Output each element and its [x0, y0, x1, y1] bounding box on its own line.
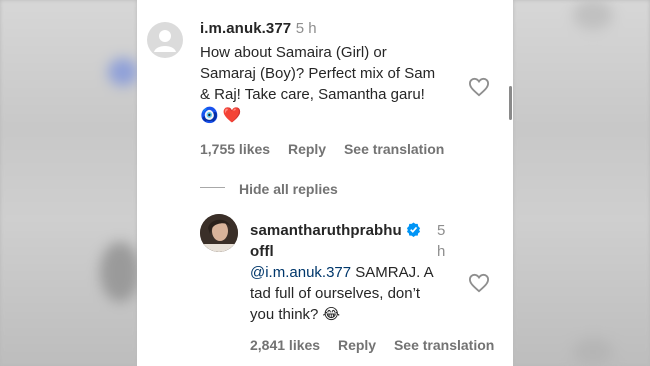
reply-time-unit: h: [437, 243, 446, 260]
reply-text-segment: you think?: [250, 306, 323, 323]
comment-time: 5 h: [295, 20, 317, 37]
reply-see-translation-link[interactable]: See translation: [394, 337, 494, 353]
comment-emoji-row: 🧿 ❤️: [200, 105, 490, 127]
comment-see-translation-link[interactable]: See translation: [344, 141, 444, 157]
commenter-avatar[interactable]: [147, 22, 183, 58]
verified-badge-icon: [407, 222, 421, 237]
reply-text-segment: SAMRAJ. A: [351, 264, 434, 281]
reply-text-line: @i.m.anuk.377 SAMRAJ. A: [250, 262, 480, 283]
like-reply-heart-icon[interactable]: [468, 273, 490, 293]
blurred-heart-right: [573, 0, 613, 30]
default-avatar-icon: [154, 30, 176, 52]
comment-text-line: Samaraj (Boy)? Perfect mix of Sam: [200, 65, 436, 82]
reply-text-line: you think? 😂: [250, 304, 480, 325]
reply-author-avatar[interactable]: [200, 214, 238, 252]
reply-meta: 2,841 likes Reply See translation: [250, 337, 508, 353]
reply-author-photo: [200, 214, 238, 252]
reply-reply-link[interactable]: Reply: [338, 337, 376, 353]
blurred-avatar-left: [108, 58, 138, 86]
reply-time: 5 h: [437, 220, 445, 262]
reply-text: @i.m.anuk.377 SAMRAJ. A tad full of ours…: [250, 262, 480, 325]
blurred-background-right: [513, 0, 650, 366]
reply-username-part: samantharuthprabhu: [250, 222, 402, 239]
reply-author-username[interactable]: samantharuthprabhu: [250, 220, 421, 241]
reply-username-suffix[interactable]: offl: [250, 241, 421, 262]
like-comment-heart-icon[interactable]: [468, 77, 490, 97]
hide-all-replies-button[interactable]: Hide all replies: [239, 181, 338, 197]
comment-meta: 1,755 likes Reply See translation: [200, 141, 458, 157]
reply-time-value: 5: [437, 222, 446, 239]
red-heart-emoji: ❤️: [222, 107, 242, 124]
comment-text-line: & Raj! Take care, Samantha garu!: [200, 86, 425, 103]
scrollbar-thumb[interactable]: [509, 86, 512, 120]
commenter-username[interactable]: i.m.anuk.377: [200, 20, 291, 37]
blurred-heart-right-bottom: [573, 338, 613, 366]
blurred-photo-left: [100, 242, 140, 302]
laughing-emoji: 😂: [322, 306, 341, 323]
replies-divider-line: [200, 187, 225, 188]
reply-header: samantharuthprabhu offl: [250, 220, 421, 262]
comment-likes-count[interactable]: 1,755 likes: [200, 141, 270, 157]
reply-mention-link[interactable]: @i.m.anuk.377: [250, 264, 351, 281]
reply-likes-count[interactable]: 2,841 likes: [250, 337, 320, 353]
evil-eye-emoji: 🧿: [200, 107, 219, 124]
comment-header: i.m.anuk.377 5 h: [200, 20, 317, 38]
comment-text-line: How about Samaira (Girl) or: [200, 44, 387, 61]
blurred-background-left: [0, 0, 140, 366]
comment-text: How about Samaira (Girl) or Samaraj (Boy…: [200, 42, 490, 127]
comment-reply-link[interactable]: Reply: [288, 141, 326, 157]
reply-text-line: tad full of ourselves, don’t: [250, 285, 421, 302]
comments-panel: i.m.anuk.377 5 h How about Samaira (Girl…: [137, 0, 513, 366]
